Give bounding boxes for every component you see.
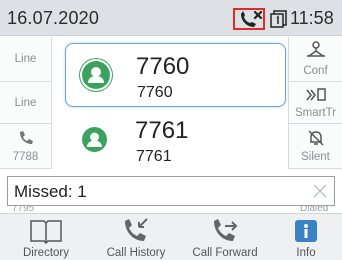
person-icon xyxy=(88,67,104,83)
contact-number: 7760 xyxy=(137,84,173,101)
person-icon xyxy=(87,132,102,147)
silent-bell-icon xyxy=(307,130,324,146)
nav-directory[interactable]: Directory xyxy=(0,214,92,260)
line-key-label: Line xyxy=(14,53,37,65)
speed-dial-label: 7788 xyxy=(12,151,39,163)
missed-call-icon[interactable] xyxy=(233,8,265,30)
smart-transfer-label: SmartTr xyxy=(294,107,337,119)
avatar xyxy=(82,61,110,89)
book-icon xyxy=(30,220,62,244)
status-time: 11:58 xyxy=(290,8,334,28)
status-date: 16.07.2020 xyxy=(7,8,100,28)
line-key-label: Line xyxy=(14,97,37,109)
info-icon xyxy=(295,220,317,242)
avatar xyxy=(82,127,107,152)
bottom-navigation: Directory Call History Call Forward Info xyxy=(0,213,342,260)
call-history-icon xyxy=(125,218,148,241)
contact-name: 7760 xyxy=(136,53,190,80)
contact-name: 7761 xyxy=(135,117,189,144)
nav-info[interactable]: Info xyxy=(270,214,342,260)
speed-dial-key-7788[interactable]: 7788 xyxy=(0,124,52,169)
call-forward-icon xyxy=(214,219,238,241)
nav-call-history[interactable]: Call History xyxy=(92,214,180,260)
line-icon xyxy=(270,10,288,33)
missed-call-notification[interactable]: Missed: 1 xyxy=(7,176,335,206)
nav-label: Call Forward xyxy=(192,247,258,259)
line-key-2[interactable]: Line xyxy=(0,82,52,124)
silent-key[interactable]: Silent xyxy=(288,124,342,169)
conference-key[interactable]: Conf xyxy=(288,37,342,82)
status-bar: 16.07.2020 11:58 xyxy=(0,0,342,36)
line-key-1[interactable]: Line xyxy=(0,37,52,82)
close-icon[interactable] xyxy=(313,184,327,198)
contact-card-7760[interactable]: 7760 7760 xyxy=(65,43,286,107)
silent-label: Silent xyxy=(301,151,330,163)
contact-number: 7761 xyxy=(136,148,172,165)
nav-label: Directory xyxy=(22,247,69,259)
contact-card-7761[interactable]: 7761 7761 xyxy=(65,112,286,170)
conference-label: Conf xyxy=(303,65,328,77)
smart-transfer-icon xyxy=(305,88,326,101)
smart-transfer-key[interactable]: SmartTr xyxy=(288,82,342,124)
nav-call-forward[interactable]: Call Forward xyxy=(180,214,270,260)
nav-label: Info xyxy=(296,247,316,259)
missed-call-text: Missed: 1 xyxy=(14,182,87,201)
conference-icon xyxy=(306,41,325,57)
nav-label: Call History xyxy=(106,247,166,259)
phone-icon xyxy=(19,131,33,144)
